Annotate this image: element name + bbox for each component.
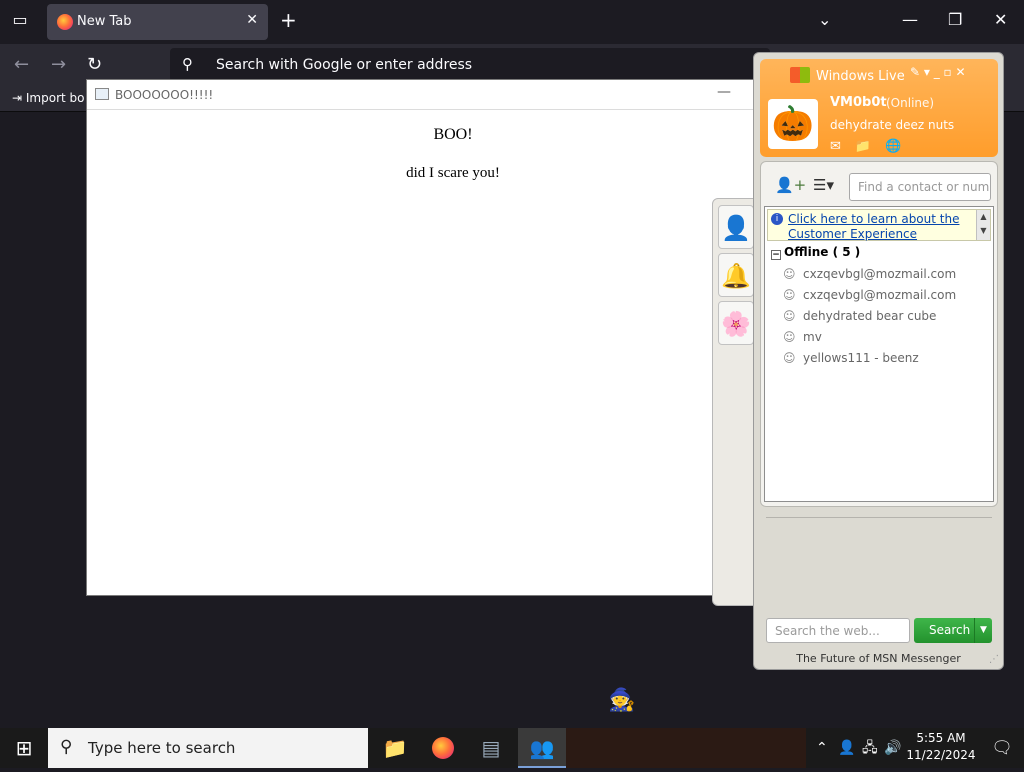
windows-icon[interactable]: ⊞ <box>0 728 48 768</box>
import-bookmarks-button[interactable]: ⇥ Import bo <box>12 91 84 105</box>
firefox-icon <box>57 14 73 30</box>
contact-icon: ☺ <box>783 351 796 365</box>
search-icon: ⚲ <box>60 737 73 757</box>
tab-list-icon[interactable]: ▭ <box>6 10 34 34</box>
resize-grip-icon[interactable]: ⋰ <box>989 654 999 665</box>
messenger-side-tabs: 👤 🔔 🌸 <box>712 198 756 606</box>
list-item[interactable]: ☺ yellows111 - beenz <box>783 351 919 365</box>
flowers-icon[interactable]: 🌸 <box>718 301 754 345</box>
folder-icon[interactable]: 📁 <box>371 728 419 768</box>
browser-tab-bar: ▭ New Tab ✕ + ⌄ — ❐ ✕ <box>0 0 1024 44</box>
collapse-icon[interactable]: − <box>771 250 781 260</box>
popup-window: BOOOOOOO!!!!! — BOO! did I scare you! <box>86 79 754 596</box>
app-window-icon[interactable]: ▤ <box>467 728 515 768</box>
chevron-down-icon[interactable]: ⌄ <box>818 10 831 29</box>
messenger-window: Windows Live ✎ ▾ _ ▫ ✕ 🎃 VM0b0t (Online)… <box>753 52 1004 670</box>
clock[interactable]: 5:55 AM 11/22/2024 <box>906 730 976 764</box>
close-icon[interactable]: ✕ <box>246 12 258 28</box>
gnome-cursor-icon: 🧙 <box>608 688 636 713</box>
bell-icon[interactable]: 🔔 <box>718 253 754 297</box>
plus-icon[interactable]: + <box>280 8 297 32</box>
firefox-icon[interactable] <box>419 728 467 768</box>
search-icon: ⚲ <box>182 55 193 73</box>
import-icon: ⇥ <box>12 91 26 105</box>
page-icon <box>95 88 109 100</box>
contact-list: i Click here to learn about the Customer… <box>764 206 994 502</box>
find-contact-input[interactable]: Find a contact or number <box>849 173 991 201</box>
messenger-tray-icon[interactable]: 👤 <box>838 728 855 768</box>
clock-date: 11/22/2024 <box>906 748 976 762</box>
list-item[interactable]: ☺ cxzqevbgl@mozmail.com <box>783 288 956 302</box>
chevron-up-icon[interactable]: ⌃ <box>816 728 828 768</box>
contact-icon: ☺ <box>783 309 796 323</box>
list-item[interactable]: ☺ cxzqevbgl@mozmail.com <box>783 267 956 281</box>
taskbar-search-text: Type here to search <box>88 739 236 757</box>
pumpkin-avatar[interactable]: 🎃 <box>768 99 818 149</box>
back-icon[interactable]: ← <box>14 54 29 75</box>
contact-icon: ☺ <box>783 288 796 302</box>
taskbar: ⊞ ⚲ Type here to search 📁 ▤ 👥 ⌃ 👤 🖧 🔊 5:… <box>0 728 1024 768</box>
contact-icon: ☺ <box>783 267 796 281</box>
info-icon: i <box>771 213 783 225</box>
minimize-icon[interactable]: — <box>717 84 731 100</box>
network-icon[interactable]: 🖧 <box>862 728 878 768</box>
header-action-icons[interactable]: ✉📁🌐 <box>830 139 915 154</box>
buddy-icon[interactable]: 👤 <box>718 205 754 249</box>
add-contact-icon[interactable]: 👤+ <box>775 176 806 194</box>
address-placeholder: Search with Google or enter address <box>216 57 473 73</box>
address-bar[interactable]: ⚲ Search with Google or enter address <box>170 48 770 82</box>
tab-title: New Tab <box>77 14 132 29</box>
contacts-toolbar: 👤+ ☰▾ Find a contact or number <box>769 172 991 202</box>
sort-list-icon[interactable]: ☰▾ <box>813 176 834 194</box>
web-search-input[interactable]: Search the web... <box>766 618 910 643</box>
volume-icon[interactable]: 🔊 <box>884 728 901 768</box>
minimize-icon[interactable]: — <box>902 10 918 29</box>
divider <box>766 517 992 518</box>
taskbar-search[interactable]: ⚲ Type here to search <box>48 728 368 768</box>
user-name[interactable]: VM0b0t <box>830 95 887 110</box>
messenger-header: Windows Live ✎ ▾ _ ▫ ✕ 🎃 VM0b0t (Online)… <box>760 59 998 157</box>
close-icon[interactable]: ✕ <box>994 10 1007 29</box>
forward-icon[interactable]: → <box>51 54 66 75</box>
popup-heading: BOO! <box>433 126 473 143</box>
notification-icon[interactable]: 🗨 <box>982 728 1022 768</box>
windows-flag-icon <box>790 67 810 83</box>
restore-icon[interactable]: ❐ <box>948 10 962 29</box>
list-item[interactable]: ☺ dehydrated bear cube <box>783 309 936 323</box>
brand-label: Windows Live <box>816 69 905 84</box>
window-controls[interactable]: ✎ ▾ _ ▫ ✕ <box>910 65 966 79</box>
contacts-panel: 👤+ ☰▾ Find a contact or number i Click h… <box>760 161 998 507</box>
banner-scrollbar[interactable]: ▲ ▼ <box>976 210 990 240</box>
user-status[interactable]: (Online) <box>886 96 934 110</box>
clock-time: 5:55 AM <box>916 731 966 745</box>
reload-icon[interactable]: ↻ <box>87 54 102 75</box>
search-button[interactable]: Search ▼ <box>914 618 992 643</box>
tab-new-tab[interactable]: New Tab ✕ <box>47 4 268 40</box>
group-offline-header[interactable]: − Offline ( 5 ) <box>771 245 860 260</box>
chevron-down-icon[interactable]: ▼ <box>974 618 992 643</box>
taskbar-wallpaper-strip <box>566 728 806 768</box>
contact-icon: ☺ <box>783 330 796 344</box>
popup-text: did I scare you! <box>406 165 500 181</box>
messenger-footer: The Future of MSN Messenger ⋰ <box>754 649 1003 669</box>
messenger-taskbar-icon[interactable]: 👥 <box>518 728 566 768</box>
customer-experience-banner[interactable]: i Click here to learn about the Customer… <box>767 209 991 241</box>
info-link-line2[interactable]: Customer Experience <box>788 227 917 241</box>
personal-message[interactable]: dehydrate deez nuts <box>830 118 954 132</box>
popup-title: BOOOOOOO!!!!! <box>115 88 214 102</box>
footer-text: The Future of MSN Messenger <box>796 652 961 665</box>
info-link-line1[interactable]: Click here to learn about the <box>788 212 959 226</box>
list-item[interactable]: ☺ mv <box>783 330 822 344</box>
popup-titlebar[interactable]: BOOOOOOO!!!!! — <box>87 80 753 110</box>
